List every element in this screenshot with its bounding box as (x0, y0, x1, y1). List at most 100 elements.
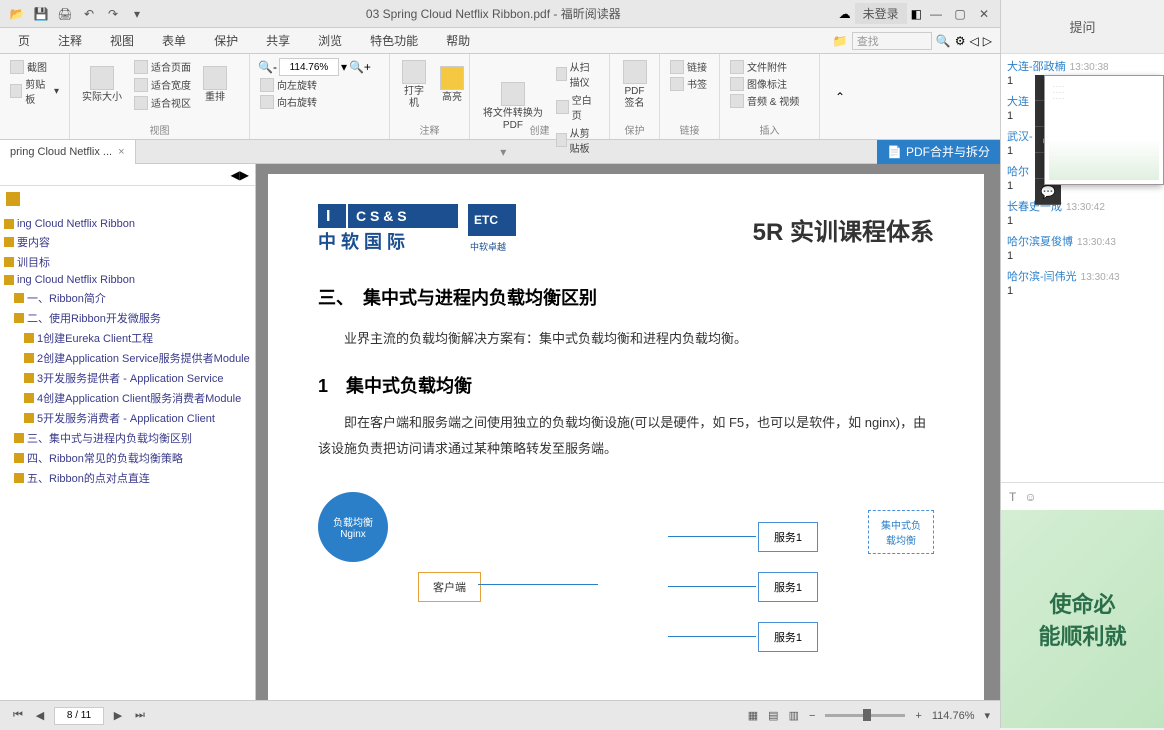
undo-icon[interactable]: ↶ (80, 5, 98, 23)
chat-username[interactable]: 大连-邵政楠 (1007, 61, 1066, 73)
typewriter-button[interactable]: 打字机 (398, 58, 430, 112)
dropdown-icon[interactable]: ▾ (128, 5, 146, 23)
zoom-dropdown-icon[interactable]: ▾ (984, 709, 990, 722)
chat-username[interactable]: 武汉- (1007, 131, 1033, 143)
pdf-sign-button[interactable]: PDF签名 (618, 58, 651, 112)
zoom-dropdown-icon[interactable]: ▾ (341, 60, 347, 74)
folder-search-icon[interactable]: 📁 (833, 34, 848, 48)
search-input[interactable]: 查找 (852, 32, 932, 50)
menu-home[interactable]: 页 (4, 28, 44, 54)
document-viewport[interactable]: I C S & S 中 软 国 际 ETC 中软卓越 5R 实训课程体系 三、 … (256, 164, 1000, 700)
maximize-icon[interactable]: ▢ (950, 5, 970, 23)
bookmark-item[interactable]: 四、Ribbon常见的负载均衡策略 (0, 448, 255, 468)
menu-help[interactable]: 帮助 (432, 28, 484, 54)
audio-video-button[interactable]: 音频 & 视频 (728, 92, 811, 109)
highlight-button[interactable]: 高亮 (436, 64, 468, 106)
tab-close-icon[interactable]: × (118, 140, 124, 164)
rotate-right-button[interactable]: 向右旋转 (258, 93, 381, 110)
bookmark-item[interactable]: 4创建Application Client服务消费者Module (0, 388, 255, 408)
next-result-icon[interactable]: ▷ (983, 34, 992, 48)
minimize-icon[interactable]: — (926, 5, 946, 23)
menu-browse[interactable]: 浏览 (304, 28, 356, 54)
bookmark-icon (14, 433, 24, 443)
menu-features[interactable]: 特色功能 (356, 28, 432, 54)
bookmark-item[interactable]: 五、Ribbon的点对点直连 (0, 468, 255, 488)
fit-view-button[interactable]: 适合视区 (132, 94, 193, 111)
bookmark-item[interactable]: 三、集中式与进程内负载均衡区别 (0, 428, 255, 448)
prev-page-icon[interactable]: ◀ (32, 708, 48, 724)
sidebar-toggle-icon[interactable]: ◀▶ (231, 168, 249, 182)
from-scanner-button[interactable]: 从扫描仪 (554, 58, 601, 90)
gear-icon[interactable]: ⚙ (955, 34, 966, 48)
bookmark-icon (14, 313, 24, 323)
chat-username[interactable]: 哈尔滨-闫伟光 (1007, 271, 1077, 283)
bookmark-item[interactable]: ing Cloud Netflix Ribbon (0, 272, 255, 288)
actual-size-button[interactable]: 实际大小 (78, 64, 126, 106)
bookmark-item[interactable]: 二、使用Ribbon开发微服务 (0, 308, 255, 328)
first-page-icon[interactable]: ⏮ (10, 708, 26, 724)
zoom-out-icon[interactable]: − (809, 710, 815, 722)
cloud-icon[interactable]: ☁ (839, 7, 851, 21)
image-annot-button[interactable]: 图像标注 (728, 75, 811, 92)
diagram-note-box: 集中式负载均衡 (868, 510, 934, 554)
emoji-icon[interactable]: ☺ (1024, 490, 1036, 504)
rotate-left-button[interactable]: 向左旋转 (258, 76, 381, 93)
print-icon[interactable]: 🖨 (56, 5, 74, 23)
chat-username[interactable]: 哈尔滨夏俊博 (1007, 236, 1073, 248)
layout-mode-icon[interactable]: ▦ (748, 709, 758, 722)
open-icon[interactable]: 📂 (8, 5, 26, 23)
file-attach-button[interactable]: 文件附件 (728, 58, 811, 75)
clipboard-button[interactable]: 剪贴板▾ (8, 75, 61, 107)
menu-view[interactable]: 视图 (96, 28, 148, 54)
link-button[interactable]: 链接 (668, 58, 711, 75)
chat-username[interactable]: 哈尔 (1007, 166, 1029, 178)
bookmark-item[interactable]: 训目标 (0, 252, 255, 272)
zoom-slider[interactable] (825, 714, 905, 717)
screenshot-button[interactable]: 截图 (8, 58, 61, 75)
document-tab[interactable]: pring Cloud Netflix ... × (0, 140, 136, 164)
page-number-input[interactable] (54, 707, 104, 725)
paragraph: 业界主流的负载均衡解决方案有：集中式负载均衡和进程内负载均衡。 (318, 326, 934, 352)
bookmark-item[interactable]: 3开发服务提供者 - Application Service (0, 368, 255, 388)
zoom-in-icon[interactable]: + (915, 710, 921, 722)
layout-mode-icon[interactable]: ▥ (789, 709, 799, 722)
search-icon[interactable]: 🔍 (936, 34, 951, 48)
ribbon-collapse-icon[interactable]: ⌃ (835, 90, 845, 104)
bookmark-item[interactable]: 一、Ribbon简介 (0, 288, 255, 308)
menu-form[interactable]: 表单 (148, 28, 200, 54)
menu-annotate[interactable]: 注释 (44, 28, 96, 54)
bookmark-item[interactable]: ing Cloud Netflix Ribbon (0, 216, 255, 232)
merge-split-button[interactable]: 📄 PDF合并与拆分 (877, 140, 1000, 164)
close-icon[interactable]: ✕ (974, 5, 994, 23)
chat-username[interactable]: 大连 (1007, 96, 1029, 108)
blank-page-button[interactable]: 空白页 (554, 91, 601, 123)
chat-tab[interactable]: 提问 (1001, 0, 1164, 54)
bookmark-item[interactable]: 5开发服务消费者 - Application Client (0, 408, 255, 428)
bookmark-item[interactable]: 1创建Eureka Client工程 (0, 328, 255, 348)
fit-page-button[interactable]: 适合页面 (132, 58, 193, 75)
diagram-service-box: 服务1 (758, 522, 818, 552)
zoom-in-icon[interactable]: 🔍+ (349, 60, 371, 74)
bookmark-item[interactable]: 要内容 (0, 232, 255, 252)
skin-icon[interactable]: ◧ (911, 7, 922, 21)
fit-width-button[interactable]: 适合宽度 (132, 76, 193, 93)
save-icon[interactable]: 💾 (32, 5, 50, 23)
bookmark-button[interactable]: 书签 (668, 75, 711, 92)
layout-mode-icon[interactable]: ▤ (768, 709, 778, 722)
bookmark-panel-icon[interactable] (6, 192, 20, 206)
bookmark-list: ing Cloud Netflix Ribbon要内容训目标ing Cloud … (0, 212, 255, 700)
next-page-icon[interactable]: ▶ (110, 708, 126, 724)
menu-protect[interactable]: 保护 (200, 28, 252, 54)
zoom-input[interactable] (279, 58, 339, 76)
last-page-icon[interactable]: ⏭ (132, 708, 148, 724)
bookmark-item[interactable]: 2创建Application Service服务提供者Module (0, 348, 255, 368)
text-tool-icon[interactable]: T (1009, 490, 1016, 504)
page-brand-title: 5R 实训课程体系 (753, 212, 934, 247)
redo-icon[interactable]: ↷ (104, 5, 122, 23)
zoom-out-icon[interactable]: 🔍- (258, 60, 277, 74)
prev-result-icon[interactable]: ◁ (970, 34, 979, 48)
bookmark-icon (24, 333, 34, 343)
reflow-button[interactable]: 重排 (199, 64, 231, 106)
menu-share[interactable]: 共享 (252, 28, 304, 54)
login-status[interactable]: 未登录 (855, 3, 907, 24)
